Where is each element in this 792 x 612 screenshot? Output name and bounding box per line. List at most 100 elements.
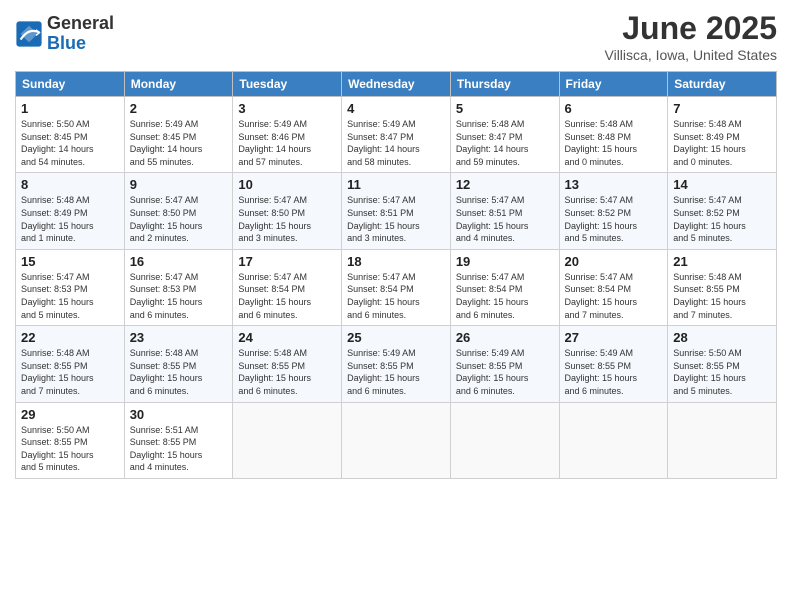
calendar-cell: 11Sunrise: 5:47 AM Sunset: 8:51 PM Dayli…: [342, 173, 451, 249]
title-area: June 2025 Villisca, Iowa, United States: [605, 10, 778, 63]
day-info: Sunrise: 5:50 AM Sunset: 8:45 PM Dayligh…: [21, 118, 119, 168]
calendar-cell: 6 Sunrise: 5:48 AM Sunset: 8:48 PM Daylig…: [559, 97, 668, 173]
calendar-cell: 15Sunrise: 5:47 AM Sunset: 8:53 PM Dayli…: [16, 249, 125, 325]
day-info: Sunrise: 5:49 AM Sunset: 8:55 PM Dayligh…: [565, 347, 663, 397]
logo: General Blue: [15, 14, 114, 54]
calendar-cell: [342, 402, 451, 478]
day-info: Sunrise: 5:48 AM Sunset: 8:47 PM Dayligh…: [456, 118, 554, 168]
calendar-cell: 2 Sunrise: 5:49 AM Sunset: 8:45 PM Daylig…: [124, 97, 233, 173]
day-number: 13: [565, 177, 663, 192]
calendar-cell: 28Sunrise: 5:50 AM Sunset: 8:55 PM Dayli…: [668, 326, 777, 402]
day-info: Sunrise: 5:49 AM Sunset: 8:55 PM Dayligh…: [456, 347, 554, 397]
day-number: 3: [238, 101, 336, 116]
day-number: 8: [21, 177, 119, 192]
day-number: 18: [347, 254, 445, 269]
day-info: Sunrise: 5:47 AM Sunset: 8:50 PM Dayligh…: [130, 194, 228, 244]
day-info: Sunrise: 5:49 AM Sunset: 8:45 PM Dayligh…: [130, 118, 228, 168]
day-number: 29: [21, 407, 119, 422]
weekday-header-tuesday: Tuesday: [233, 72, 342, 97]
day-info: Sunrise: 5:48 AM Sunset: 8:55 PM Dayligh…: [130, 347, 228, 397]
day-number: 23: [130, 330, 228, 345]
calendar-cell: 19 Sunrise: 5:47 AM Sunset: 8:54 PM Dayli…: [450, 249, 559, 325]
day-info: Sunrise: 5:47 AM Sunset: 8:53 PM Dayligh…: [21, 271, 119, 321]
day-info: Sunrise: 5:47 AM Sunset: 8:54 PM Dayligh…: [565, 271, 663, 321]
calendar-cell: 27 Sunrise: 5:49 AM Sunset: 8:55 PM Dayli…: [559, 326, 668, 402]
calendar-cell: 14 Sunrise: 5:47 AM Sunset: 8:52 PM Dayli…: [668, 173, 777, 249]
logo-icon: [15, 20, 43, 48]
day-number: 25: [347, 330, 445, 345]
calendar-week-row: 15Sunrise: 5:47 AM Sunset: 8:53 PM Dayli…: [16, 249, 777, 325]
day-number: 7: [673, 101, 771, 116]
calendar-cell: 16 Sunrise: 5:47 AM Sunset: 8:53 PM Dayli…: [124, 249, 233, 325]
day-number: 12: [456, 177, 554, 192]
calendar-cell: 17 Sunrise: 5:47 AM Sunset: 8:54 PM Dayli…: [233, 249, 342, 325]
calendar-cell: 29 Sunrise: 5:50 AM Sunset: 8:55 PM Dayli…: [16, 402, 125, 478]
day-info: Sunrise: 5:48 AM Sunset: 8:55 PM Dayligh…: [21, 347, 119, 397]
day-info: Sunrise: 5:48 AM Sunset: 8:49 PM Dayligh…: [21, 194, 119, 244]
day-number: 16: [130, 254, 228, 269]
logo-text: General Blue: [47, 14, 114, 54]
day-info: Sunrise: 5:47 AM Sunset: 8:52 PM Dayligh…: [673, 194, 771, 244]
day-number: 11: [347, 177, 445, 192]
day-info: Sunrise: 5:50 AM Sunset: 8:55 PM Dayligh…: [21, 424, 119, 474]
location-title: Villisca, Iowa, United States: [605, 47, 778, 63]
calendar-cell: 18Sunrise: 5:47 AM Sunset: 8:54 PM Dayli…: [342, 249, 451, 325]
day-number: 21: [673, 254, 771, 269]
day-number: 22: [21, 330, 119, 345]
day-number: 27: [565, 330, 663, 345]
logo-general-text: General: [47, 14, 114, 34]
day-number: 19: [456, 254, 554, 269]
day-info: Sunrise: 5:47 AM Sunset: 8:53 PM Dayligh…: [130, 271, 228, 321]
calendar-cell: 22 Sunrise: 5:48 AM Sunset: 8:55 PM Dayli…: [16, 326, 125, 402]
day-number: 2: [130, 101, 228, 116]
calendar-week-row: 8 Sunrise: 5:48 AM Sunset: 8:49 PM Daylig…: [16, 173, 777, 249]
calendar-cell: 12Sunrise: 5:47 AM Sunset: 8:51 PM Dayli…: [450, 173, 559, 249]
day-info: Sunrise: 5:47 AM Sunset: 8:50 PM Dayligh…: [238, 194, 336, 244]
calendar-cell: 13 Sunrise: 5:47 AM Sunset: 8:52 PM Dayli…: [559, 173, 668, 249]
calendar-cell: [559, 402, 668, 478]
weekday-header-thursday: Thursday: [450, 72, 559, 97]
day-info: Sunrise: 5:48 AM Sunset: 8:48 PM Dayligh…: [565, 118, 663, 168]
weekday-header-friday: Friday: [559, 72, 668, 97]
calendar-week-row: 1 Sunrise: 5:50 AM Sunset: 8:45 PM Daylig…: [16, 97, 777, 173]
day-info: Sunrise: 5:47 AM Sunset: 8:54 PM Dayligh…: [456, 271, 554, 321]
day-number: 17: [238, 254, 336, 269]
calendar-cell: 23 Sunrise: 5:48 AM Sunset: 8:55 PM Dayli…: [124, 326, 233, 402]
calendar-cell: [233, 402, 342, 478]
day-info: Sunrise: 5:48 AM Sunset: 8:55 PM Dayligh…: [238, 347, 336, 397]
day-number: 30: [130, 407, 228, 422]
day-info: Sunrise: 5:49 AM Sunset: 8:46 PM Dayligh…: [238, 118, 336, 168]
day-number: 4: [347, 101, 445, 116]
calendar-table: SundayMondayTuesdayWednesdayThursdayFrid…: [15, 71, 777, 479]
calendar-cell: 7 Sunrise: 5:48 AM Sunset: 8:49 PM Daylig…: [668, 97, 777, 173]
calendar-cell: 5 Sunrise: 5:48 AM Sunset: 8:47 PM Daylig…: [450, 97, 559, 173]
day-info: Sunrise: 5:47 AM Sunset: 8:54 PM Dayligh…: [238, 271, 336, 321]
weekday-header-wednesday: Wednesday: [342, 72, 451, 97]
day-number: 10: [238, 177, 336, 192]
month-title: June 2025: [605, 10, 778, 47]
day-info: Sunrise: 5:48 AM Sunset: 8:49 PM Dayligh…: [673, 118, 771, 168]
day-info: Sunrise: 5:47 AM Sunset: 8:52 PM Dayligh…: [565, 194, 663, 244]
day-info: Sunrise: 5:50 AM Sunset: 8:55 PM Dayligh…: [673, 347, 771, 397]
calendar-cell: 20 Sunrise: 5:47 AM Sunset: 8:54 PM Dayli…: [559, 249, 668, 325]
day-number: 6: [565, 101, 663, 116]
calendar-header-row: SundayMondayTuesdayWednesdayThursdayFrid…: [16, 72, 777, 97]
calendar-cell: 25Sunrise: 5:49 AM Sunset: 8:55 PM Dayli…: [342, 326, 451, 402]
day-number: 20: [565, 254, 663, 269]
calendar-cell: 8 Sunrise: 5:48 AM Sunset: 8:49 PM Daylig…: [16, 173, 125, 249]
weekday-header-saturday: Saturday: [668, 72, 777, 97]
day-number: 9: [130, 177, 228, 192]
day-number: 24: [238, 330, 336, 345]
calendar-cell: 3 Sunrise: 5:49 AM Sunset: 8:46 PM Daylig…: [233, 97, 342, 173]
calendar-cell: 9 Sunrise: 5:47 AM Sunset: 8:50 PM Daylig…: [124, 173, 233, 249]
day-number: 1: [21, 101, 119, 116]
day-info: Sunrise: 5:48 AM Sunset: 8:55 PM Dayligh…: [673, 271, 771, 321]
calendar-cell: [450, 402, 559, 478]
calendar-cell: 1 Sunrise: 5:50 AM Sunset: 8:45 PM Daylig…: [16, 97, 125, 173]
day-number: 14: [673, 177, 771, 192]
calendar-cell: 30 Sunrise: 5:51 AM Sunset: 8:55 PM Dayli…: [124, 402, 233, 478]
day-number: 5: [456, 101, 554, 116]
weekday-header-sunday: Sunday: [16, 72, 125, 97]
calendar-week-row: 22 Sunrise: 5:48 AM Sunset: 8:55 PM Dayli…: [16, 326, 777, 402]
day-info: Sunrise: 5:51 AM Sunset: 8:55 PM Dayligh…: [130, 424, 228, 474]
